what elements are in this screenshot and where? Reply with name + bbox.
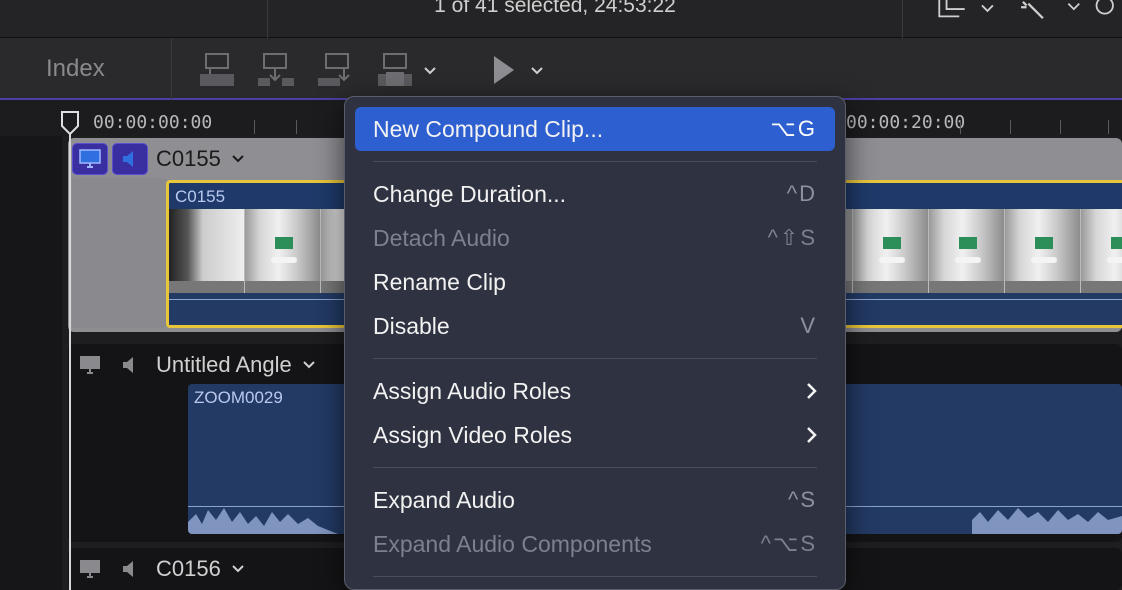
insert-clip-icon[interactable] <box>256 52 296 88</box>
menu-item-shortcut: ⌥G <box>770 116 817 141</box>
append-clip-icon[interactable] <box>316 52 356 88</box>
angle-title: C0156 <box>156 556 221 581</box>
speaker-icon <box>123 151 133 167</box>
menu-item-detach-audio[interactable]: Detach Audio ^⇧S <box>355 216 835 260</box>
chevron-down-icon[interactable] <box>1067 2 1080 11</box>
chevron-down-icon[interactable] <box>981 4 994 13</box>
menu-item-new-compound-clip[interactable]: New Compound Clip... ⌥G <box>355 107 835 151</box>
crop-icon[interactable] <box>938 0 965 18</box>
menu-item-label: Change Duration... <box>373 180 567 207</box>
context-menu: New Compound Clip... ⌥G Change Duration.… <box>344 96 846 590</box>
chevron-down-icon[interactable] <box>530 66 544 76</box>
chevron-down-icon[interactable] <box>423 66 437 76</box>
timecode-20s: 00:00:20:00 <box>846 112 966 133</box>
monitor-icon <box>80 560 100 578</box>
speed-icon[interactable] <box>1095 0 1114 15</box>
magic-wand-icon[interactable] <box>1021 1 1044 19</box>
playhead-handle-icon[interactable] <box>60 110 80 136</box>
menu-item-rename-clip[interactable]: Rename Clip <box>355 260 835 304</box>
menu-separator <box>373 467 817 468</box>
speaker-icon <box>123 561 133 577</box>
menu-item-label: Rename Clip <box>373 268 506 295</box>
menu-item-label: Detach Audio <box>373 224 510 251</box>
audio-monitor-button[interactable] <box>112 143 148 175</box>
index-button[interactable]: Index <box>0 38 172 100</box>
select-tool-icon[interactable] <box>488 52 518 88</box>
timeline-toolbar: Index <box>0 38 1122 100</box>
menu-item-expand-audio[interactable]: Expand Audio ^S <box>355 478 835 522</box>
connect-clip-icon[interactable] <box>198 52 238 88</box>
chevron-right-icon <box>807 427 817 443</box>
angle-header: C0156 <box>68 552 245 586</box>
menu-item-label: New Compound Clip... <box>373 115 604 142</box>
menu-item-label: Assign Video Roles <box>373 421 573 448</box>
angle-empty-area <box>72 178 166 328</box>
menu-item-disable[interactable]: Disable V <box>355 304 835 348</box>
divider <box>267 0 268 38</box>
playhead[interactable] <box>69 134 71 590</box>
menu-item-assign-video-roles[interactable]: Assign Video Roles <box>355 413 835 457</box>
track-margin <box>0 136 62 590</box>
menu-item-label: Disable <box>373 312 450 339</box>
clip-label: C0155 <box>175 187 226 206</box>
monitor-icon <box>79 149 101 168</box>
menu-item-expand-audio-components[interactable]: Expand Audio Components ^⌥S <box>355 522 835 566</box>
video-monitor-button[interactable] <box>72 553 108 585</box>
menu-item-shortcut: ^⌥S <box>760 531 817 556</box>
monitor-icon <box>80 356 100 374</box>
chevron-down-icon[interactable] <box>231 154 245 164</box>
menu-item-shortcut: ^S <box>788 487 817 512</box>
menu-item-label: Expand Audio Components <box>373 530 652 557</box>
chevron-down-icon[interactable] <box>231 564 245 574</box>
menu-separator <box>373 358 817 359</box>
angle-header: C0155 <box>68 142 245 176</box>
video-monitor-button[interactable] <box>72 143 108 175</box>
top-status-bar: 1 of 41 selected, 24:53:22 <box>0 0 1122 38</box>
menu-item-shortcut: ^D <box>786 181 817 206</box>
video-monitor-button[interactable] <box>72 349 108 381</box>
overwrite-clip-icon[interactable] <box>376 52 416 88</box>
menu-item-shortcut: ^⇧S <box>767 225 817 250</box>
top-tools-icons[interactable] <box>902 0 1122 20</box>
angle-header: Untitled Angle <box>68 348 316 382</box>
audio-monitor-button[interactable] <box>112 349 148 381</box>
menu-item-shortcut: V <box>800 313 817 338</box>
chevron-down-icon[interactable] <box>302 360 316 370</box>
menu-item-label: Expand Audio <box>373 486 515 513</box>
speaker-icon <box>123 357 133 373</box>
angle-title: C0155 <box>156 146 221 171</box>
menu-item-change-duration[interactable]: Change Duration... ^D <box>355 172 835 216</box>
menu-item-assign-audio-roles[interactable]: Assign Audio Roles <box>355 369 835 413</box>
menu-separator <box>373 161 817 162</box>
timecode-start: 00:00:00:00 <box>93 112 213 133</box>
angle-title: Untitled Angle <box>156 352 292 377</box>
clip-label: ZOOM0029 <box>194 388 283 407</box>
chevron-right-icon <box>807 383 817 399</box>
selection-status: 1 of 41 selected, 24:53:22 <box>434 0 676 17</box>
audio-monitor-button[interactable] <box>112 553 148 585</box>
menu-item-label: Assign Audio Roles <box>373 377 572 404</box>
menu-separator <box>373 576 817 577</box>
